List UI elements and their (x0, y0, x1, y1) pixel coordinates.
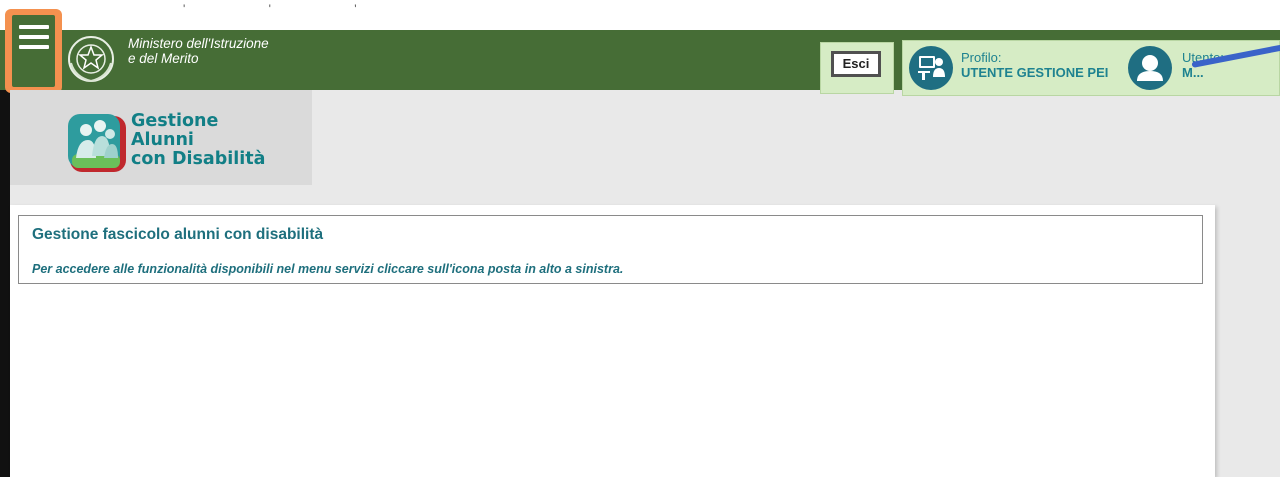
instructions-text: Per accedere alle funzionalità disponibi… (32, 262, 624, 276)
ministry-line-1: Ministero dell'Istruzione (128, 36, 269, 51)
page-heading: Gestione fascicolo alunni con disabilità (32, 226, 324, 243)
ministry-name: Ministero dell'Istruzione e del Merito (128, 36, 269, 66)
exit-button[interactable]: Esci (831, 51, 881, 77)
top-strip: ' ' ' (0, 0, 1280, 30)
students-group-logo-icon (68, 114, 126, 172)
top-strip-marks: ' ' ' (183, 2, 397, 16)
profile-icon[interactable] (908, 45, 954, 91)
hamburger-menu-button[interactable] (5, 9, 62, 93)
profile-value: UTENTE GESTIONE PEI (961, 65, 1109, 80)
main-content-card: Gestione fascicolo alunni con disabilità… (10, 205, 1215, 477)
app-title-line-2: Alunni (131, 130, 194, 150)
profile-label: Profilo: (961, 50, 1002, 65)
app-title: Gestione Alunni con Disabilità (131, 112, 265, 169)
profile-panel: Profilo: UTENTE GESTIONE PEI Utente: M..… (902, 40, 1280, 96)
hamburger-menu-icon[interactable] (12, 15, 55, 87)
app-title-line-3: con Disabilità (131, 149, 266, 169)
user-icon[interactable] (1127, 45, 1173, 91)
exit-panel: Esci (820, 42, 894, 94)
menu-bar (19, 25, 49, 29)
app-logo-area: Gestione Alunni con Disabilità (10, 90, 312, 185)
info-box: Gestione fascicolo alunni con disabilità… (18, 215, 1203, 284)
menu-bar (19, 35, 49, 39)
ministry-line-2: e del Merito (128, 51, 199, 66)
left-border (0, 90, 10, 477)
menu-bar (19, 45, 49, 49)
italian-republic-emblem-icon (68, 36, 114, 83)
app-title-line-1: Gestione (131, 111, 219, 131)
